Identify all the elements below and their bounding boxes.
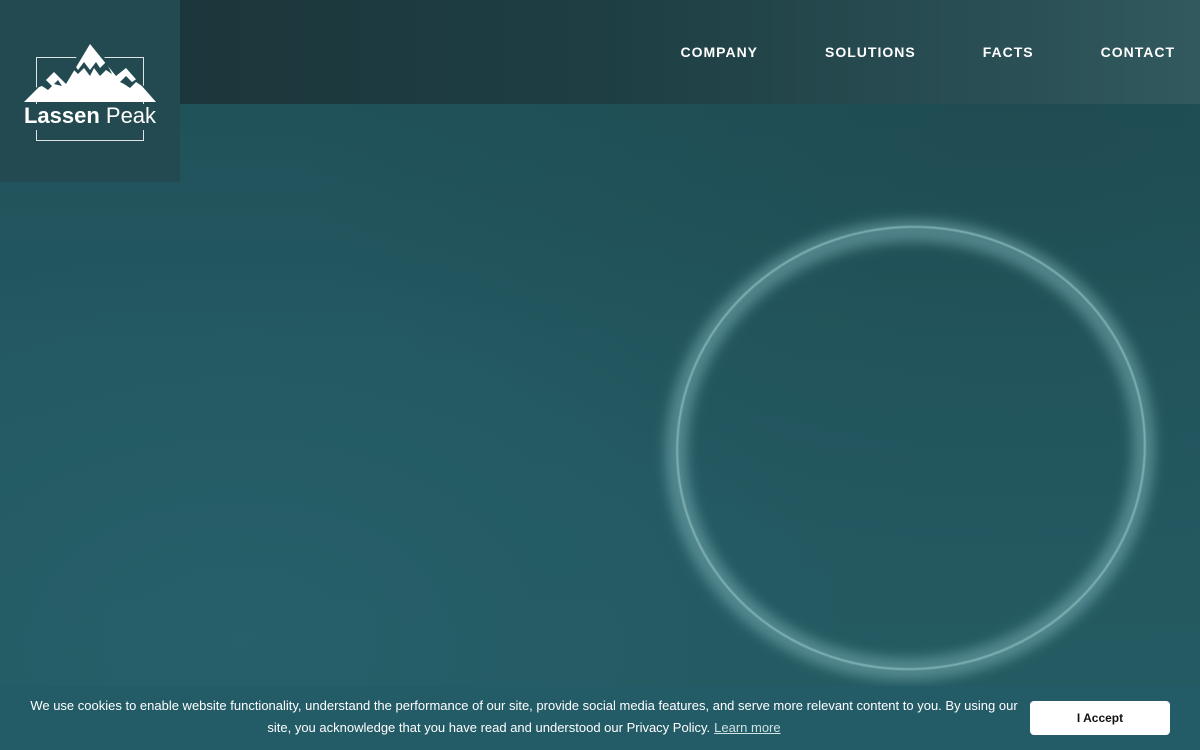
site-logo[interactable]: Lassen Peak [0,0,180,182]
cookie-consent-banner: We use cookies to enable website functio… [0,686,1200,750]
nav-item-solutions[interactable]: SOLUTIONS [825,44,916,60]
nav-item-company[interactable]: COMPANY [681,44,759,60]
nav-item-contact[interactable]: CONTACT [1101,44,1175,60]
main-nav: COMPANY SOLUTIONS FACTS CONTACT [614,44,1176,60]
logo-wordmark: Lassen Peak [0,103,180,129]
cookie-message: We use cookies to enable website functio… [30,695,1018,739]
logo-word-light: Peak [105,103,157,128]
nav-item-facts[interactable]: FACTS [983,44,1034,60]
top-navigation-bar: COMPANY SOLUTIONS FACTS CONTACT [0,0,1200,104]
accept-cookies-button[interactable]: I Accept [1030,701,1170,735]
cookie-message-text: We use cookies to enable website functio… [30,698,1018,735]
learn-more-link[interactable]: Learn more [714,720,780,735]
logo-word-bold: Lassen [23,103,100,128]
mountain-peaks-icon [22,42,158,102]
